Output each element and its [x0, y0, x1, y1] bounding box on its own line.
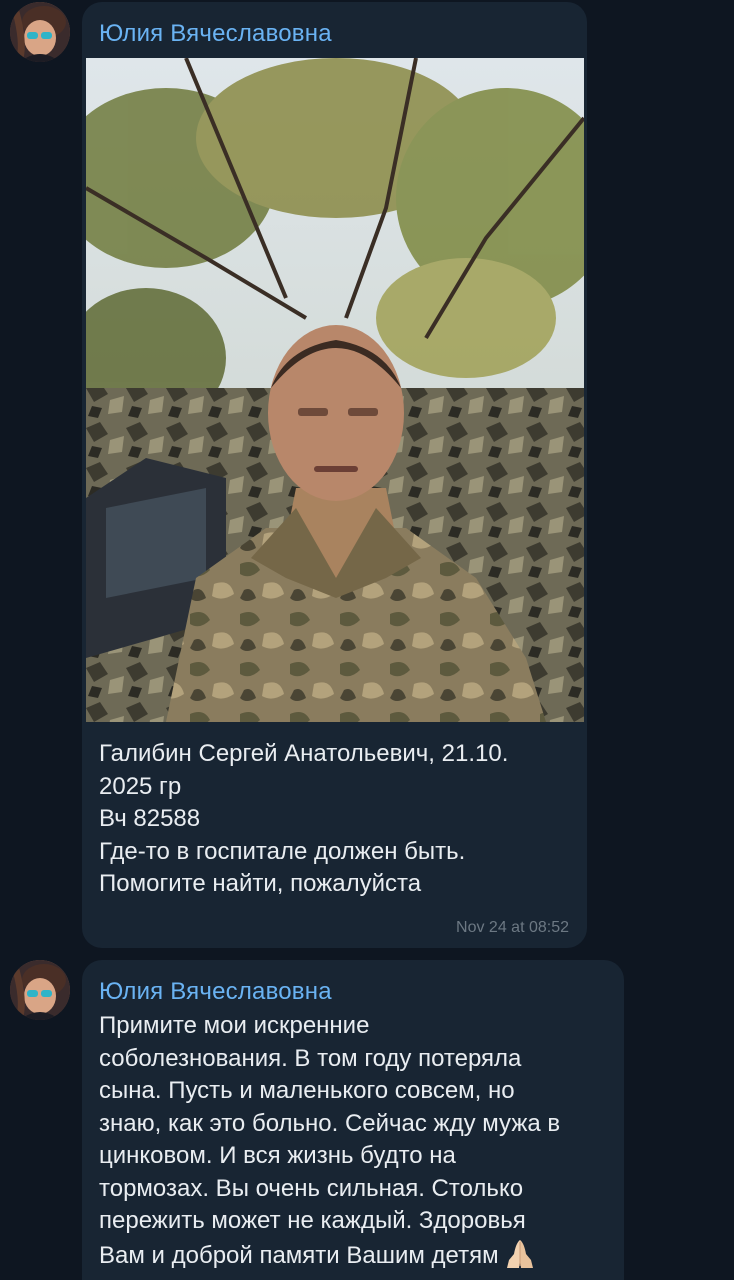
message-caption: Галибин Сергей Анатольевич, 21.10. 2025 … — [99, 738, 569, 901]
message-photo[interactable] — [86, 58, 584, 722]
caption-line: Галибин Сергей Анатольевич, 21.10. — [99, 740, 509, 767]
message-text: Примите мои искренние соболезнования. В … — [99, 1010, 609, 1272]
caption-line: Где-то в госпитале должен быть. — [99, 837, 466, 865]
chat-area: Юлия Вячеславовна Галибин Сергей Анатоль… — [0, 0, 734, 1280]
sender-name[interactable]: Юлия Вячеславовна — [99, 978, 332, 1006]
text-line: Вам и доброй памяти Вашим детям — [99, 1238, 609, 1273]
photo-image — [86, 58, 584, 722]
message-bubble[interactable]: Юлия Вячеславовна Примите мои искренние … — [82, 960, 624, 1280]
text-line: знаю, как это больно. Сейчас жду мужа в — [99, 1109, 561, 1137]
text-line: сына. Пусть и маленького совсем, но — [99, 1077, 515, 1104]
message-bubble[interactable]: Юлия Вячеславовна Галибин Сергей Анатоль… — [82, 2, 587, 948]
caption-line: Помогите найти, пожалуйста — [99, 870, 422, 897]
text-line: соболезнования. В том году потеряла — [99, 1044, 522, 1072]
caption-line: 2025 гр — [99, 772, 182, 800]
caption-line: Вч 82588 — [99, 805, 201, 832]
text-line: пережить может не каждый. Здоровья — [99, 1207, 526, 1234]
sender-avatar[interactable] — [10, 960, 70, 1020]
text-line-content: Вам и доброй памяти Вашим детям — [99, 1241, 499, 1269]
avatar-image — [10, 2, 70, 62]
text-line: цинковом. И вся жизнь будто на — [99, 1142, 456, 1169]
praying-hands-icon — [506, 1239, 533, 1268]
avatar-image — [10, 960, 70, 1020]
sender-name[interactable]: Юлия Вячеславовна — [99, 20, 332, 48]
message-timestamp: Nov 24 at 08:52 — [456, 919, 569, 936]
text-line: тормозах. Вы очень сильная. Столько — [99, 1174, 524, 1202]
text-line: Примите мои искренние — [99, 1012, 370, 1039]
sender-avatar[interactable] — [10, 2, 70, 62]
